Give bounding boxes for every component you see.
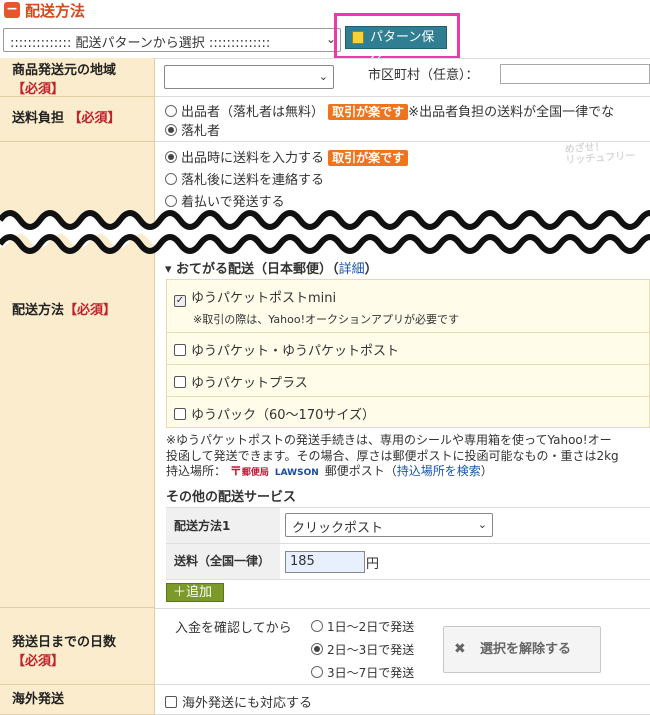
burden-label-cell: 送料負担 【必須】 [0,97,155,142]
overseas-option-label: 海外発送にも対応する [182,696,313,711]
lawson-logo: LAWSON [274,468,319,478]
burden-note: ※出品者負担の送料が全国一律でな [408,105,615,120]
radio-icon [165,105,177,117]
drop-location-line: 持込場所： 〒郵便局 LAWSON 郵便ポスト（持込場所を検索） [166,462,493,479]
fee-label: 送料（全国一律） [166,544,280,580]
add-service-button[interactable]: ＋追加 [166,583,224,602]
city-label: 市区町村（任意）： [368,68,479,83]
other-method-select[interactable]: クリックポスト ⌄ [285,513,493,537]
days-label: 発送日までの日数 [12,635,117,650]
otegaru-title-text: ▾ おてがる配送（日本郵便） [165,262,333,277]
timing-option-at-listing[interactable]: 出品時に送料を入力する 取引が楽です [165,147,409,166]
origin-label-cell: 商品発送元の地域 【必須】 [0,58,155,97]
radio-icon [165,173,177,185]
chevron-down-icon: ⌄ [318,70,328,83]
days-condition: 入金を確認してから [175,621,292,636]
radio-icon [311,620,323,632]
otegaru-detail-link[interactable]: 詳細 [339,262,365,277]
radio-icon [311,666,323,678]
timing-option-after-winning[interactable]: 落札後に送料を連絡する [165,169,324,188]
days-option-2-3[interactable]: 2日〜3日で発送 [311,641,414,658]
origin-required: 【必須】 [12,82,65,97]
clear-selection-button[interactable]: ✖ 選択を解除する [443,626,601,673]
checkbox-checked-icon: ✓ [174,295,186,307]
pattern-select-value: :::::::::::::: 配送パターンから選択 :::::::::::::: [10,36,271,51]
pattern-save-button[interactable]: パターン保存 [345,26,447,66]
page-break-wave [0,210,650,254]
method-option-yupacket[interactable]: ゆうパケット・ゆうパケットポスト [166,332,650,365]
japan-post-logo: 〒 [229,464,242,478]
fee-input[interactable]: 185 [285,551,365,573]
other-method-value: クリックポスト [292,521,384,536]
days-required: 【必須】 [12,654,65,669]
burden-option-seller-label: 出品者（落札者は無料） [181,105,325,120]
burden-option-buyer-label: 落札者 [181,124,221,139]
japan-post-logo-text: 郵便局 [241,468,269,478]
overseas-option[interactable]: 海外発送にも対応する [165,692,312,711]
overseas-label: 海外発送 [12,692,65,707]
stamp-watermark: めざせ！ リッチュフリー [564,140,635,167]
easy-badge: 取引が楽です [328,104,409,120]
drop-label: 持込場所： [166,464,227,478]
chevron-down-icon: ⌄ [477,518,487,531]
other-services-title: その他の配送サービス [166,490,297,505]
search-location-link[interactable]: 持込場所を検索 [397,464,481,478]
burden-option-seller[interactable]: 出品者（落札者は無料） 取引が楽です ※出品者負担の送料が全国一律でな [165,101,614,120]
checkbox-icon [165,696,177,708]
radio-selected-icon [165,124,177,136]
city-input[interactable] [500,64,650,84]
burden-label: 送料負担 [12,111,65,126]
days-option-3-7[interactable]: 3日〜7日で発送 [311,664,414,681]
section-title: 配送方法 [25,2,86,20]
method-plus-label: ゆうパケットプラス [191,376,308,391]
origin-label: 商品発送元の地域 [12,63,117,78]
checkbox-icon [174,408,186,420]
timing-option-after-winning-label: 落札後に送料を連絡する [181,173,325,188]
method-yupacket-label: ゆうパケット・ゆうパケットポスト [191,344,400,359]
days-option-3-7-label: 3日〜7日で発送 [327,666,415,680]
timing-option-at-listing-label: 出品時に送料を入力する [181,151,325,166]
shipping-required: 【必須】 [64,303,117,318]
method-yupack-label: ゆうパック（60〜170サイズ） [191,408,375,423]
floppy-disk-icon [352,31,364,44]
method-option-mini[interactable]: ✓ ゆうパケットポストmini ※取引の際は、Yahoo!オークションアプリが必要… [166,279,650,333]
otegaru-title: ▾ おてがる配送（日本郵便）（詳細） [165,262,378,277]
post-close: ） [480,464,493,478]
overseas-label-cell: 海外発送 [0,685,155,715]
close-icon: ✖ [454,641,466,657]
origin-prefecture-select[interactable]: ⌄ [164,65,334,89]
method-mini-note: ※取引の際は、Yahoo!オークションアプリが必要です [193,313,460,326]
days-label-cell: 発送日までの日数 【必須】 [0,608,155,685]
days-option-1-2[interactable]: 1日〜2日で発送 [311,618,414,635]
info-line-1: ※ゆうパケットポストの発送手続きは、専用のシールや専用箱を使ってYahoo!オー [166,433,612,447]
method-option-yupack[interactable]: ゆうパック（60〜170サイズ） [166,396,650,428]
radio-selected-icon [165,151,177,163]
post-text: 郵便ポスト（ [324,464,397,478]
method-mini-label: ゆうパケットポストmini [191,291,337,306]
pattern-select[interactable]: :::::::::::::: 配送パターンから選択 ::::::::::::::… [3,28,341,52]
days-option-1-2-label: 1日〜2日で発送 [327,620,415,634]
checkbox-icon [174,344,186,356]
clear-selection-label: 選択を解除する [480,642,572,657]
easy-badge: 取引が楽です [328,150,409,166]
shipping-label: 配送方法 [12,303,65,318]
burden-option-buyer[interactable]: 落札者 [165,120,220,139]
method-option-plus[interactable]: ゆうパケットプラス [166,364,650,397]
radio-selected-icon [311,643,323,655]
checkbox-icon [174,376,186,388]
fee-unit: 円 [366,557,380,572]
minus-icon[interactable]: − [4,2,20,18]
other-method-label: 配送方法1 [166,507,280,544]
burden-required: 【必須】 [68,111,121,126]
days-option-2-3-label: 2日〜3日で発送 [327,643,415,657]
